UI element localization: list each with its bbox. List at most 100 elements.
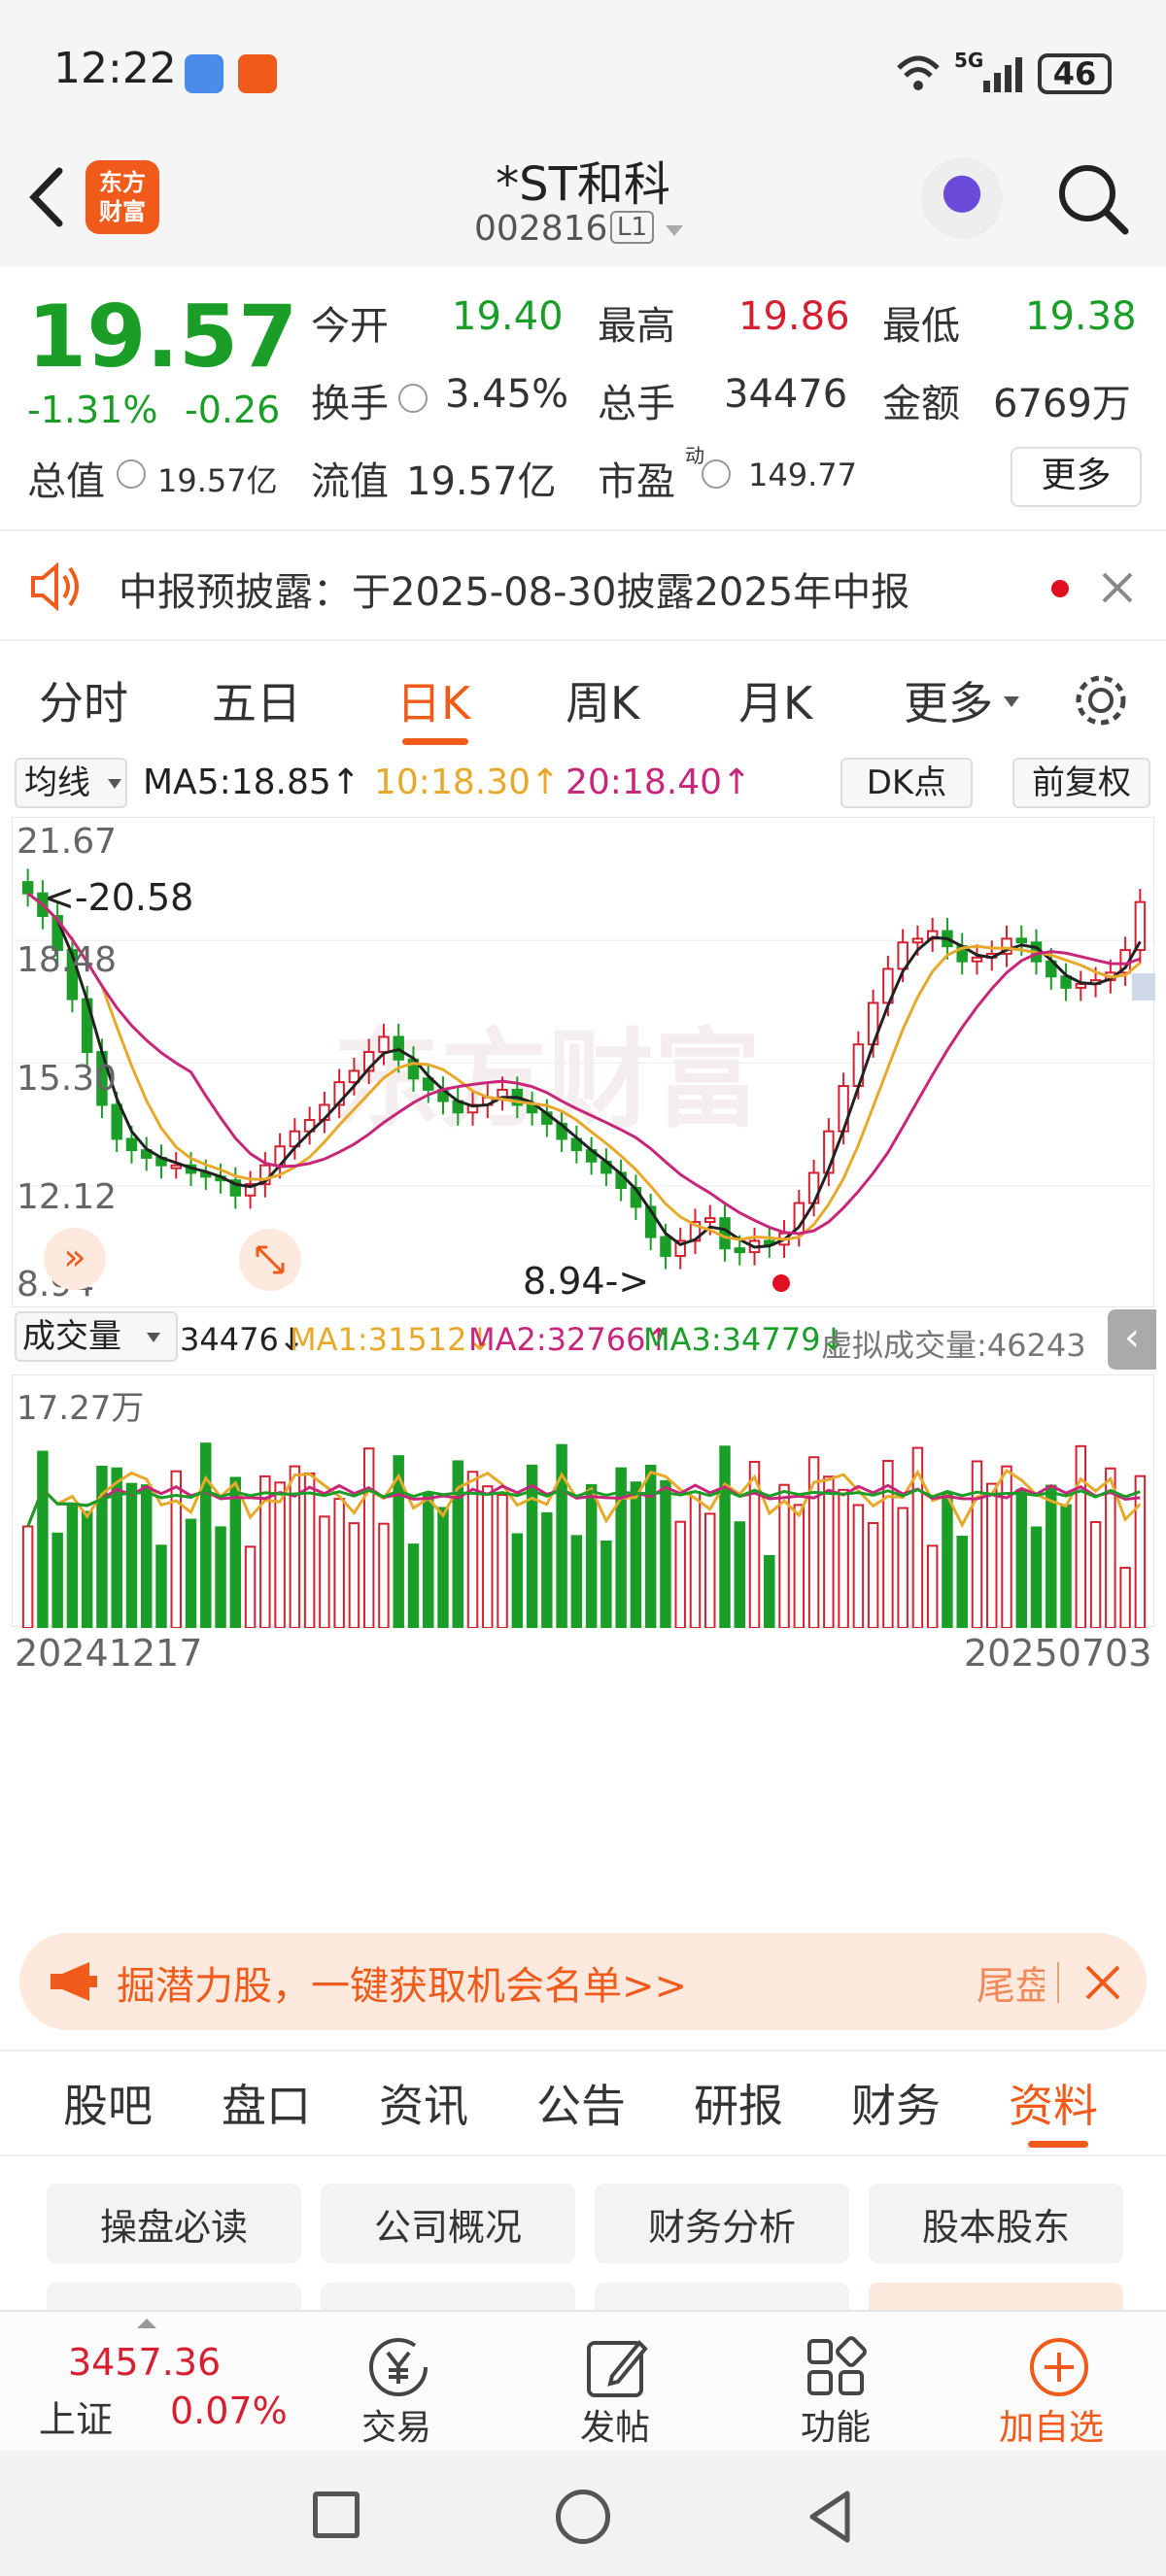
- signal-icon: [983, 57, 1022, 92]
- volume-bar: [37, 1450, 49, 1628]
- chip-partial[interactable]: [595, 2283, 849, 2312]
- candle: [1015, 937, 1027, 944]
- expand-left-button[interactable]: »: [44, 1228, 106, 1290]
- pe-value: 149.77: [748, 457, 857, 493]
- min-price-label: 8.94->: [523, 1260, 650, 1303]
- x-start-date: 20241217: [15, 1632, 203, 1675]
- volume-bar: [1015, 1488, 1027, 1628]
- back-nav-icon[interactable]: [805, 2488, 853, 2546]
- functions-label: 功能: [801, 2408, 872, 2448]
- close-icon[interactable]: [1084, 1964, 1121, 2001]
- info-icon[interactable]: [117, 459, 146, 489]
- volume-value: 34476: [724, 372, 848, 417]
- chip-shareholders[interactable]: 股本股东: [869, 2184, 1123, 2263]
- tab-announcements[interactable]: 公告: [536, 2071, 626, 2135]
- volume-plot[interactable]: 17.27万: [12, 1374, 1154, 1628]
- volume-bar: [466, 1471, 479, 1628]
- collapse-panel-button[interactable]: ‹: [1108, 1309, 1156, 1370]
- candle: [1075, 983, 1087, 989]
- amount-label: 金额: [882, 382, 960, 426]
- chip-must-read[interactable]: 操盘必读: [47, 2184, 301, 2263]
- ma20-value: 20:18.40↑: [566, 763, 752, 802]
- post-button[interactable]: 发帖: [549, 2312, 685, 2453]
- tab-rik[interactable]: 日K: [396, 668, 470, 732]
- adjust-button[interactable]: 前复权: [1012, 758, 1150, 808]
- functions-button[interactable]: 功能: [770, 2312, 906, 2453]
- promo-banner[interactable]: 掘潜力股，一键获取机会名单>> 尾盘: [19, 1933, 1147, 2030]
- volume-bar: [644, 1464, 657, 1628]
- volume-indicator-label: 成交量: [22, 1317, 121, 1356]
- index-pct: 0.07%: [170, 2390, 288, 2432]
- volume-bar: [215, 1526, 226, 1628]
- price-plot[interactable]: 东方财富 21.67 18.48 15.30 12.12 8.94 <-20.5…: [12, 817, 1155, 1307]
- tab-pankou[interactable]: 盘口: [222, 2071, 311, 2135]
- tab-yuek[interactable]: 月K: [738, 668, 812, 732]
- fullscreen-icon[interactable]: [238, 1228, 302, 1292]
- tab-research[interactable]: 研报: [694, 2071, 783, 2135]
- volume-bar: [719, 1445, 731, 1628]
- level-badge[interactable]: L1: [610, 211, 655, 244]
- volume-bar: [155, 1544, 167, 1628]
- chip-company-profile[interactable]: 公司概况: [321, 2184, 575, 2263]
- volume-bar: [600, 1540, 612, 1628]
- settings-gear-icon[interactable]: [1071, 670, 1131, 730]
- tab-news[interactable]: 资讯: [379, 2071, 468, 2135]
- volume-value: 34476↓: [180, 1321, 305, 1358]
- caret-down-icon[interactable]: [664, 223, 685, 239]
- volume-bar: [585, 1483, 598, 1628]
- chip-partial[interactable]: [47, 2283, 301, 2312]
- system-nav-bar: [0, 2451, 1166, 2576]
- search-icon[interactable]: [1054, 160, 1132, 238]
- tab-zhouk[interactable]: 周K: [566, 668, 639, 732]
- float-label: 流值: [311, 459, 389, 504]
- add-watchlist-label: 加自选: [999, 2408, 1105, 2448]
- volume-y-tick: 17.27万: [17, 1389, 145, 1428]
- caret-down-icon: [147, 1333, 160, 1342]
- robot-assistant-icon[interactable]: [921, 157, 1003, 239]
- max-price-label: <-20.58: [44, 876, 194, 919]
- volume-bar: [185, 1518, 197, 1628]
- volume-svg: [21, 1442, 1147, 1628]
- info-icon[interactable]: [702, 459, 731, 489]
- chart-tabs: 分时 五日 日K 周K 月K 更多: [0, 641, 1166, 753]
- turnover-label: 换手: [311, 382, 389, 426]
- active-tab-underline: [402, 738, 468, 745]
- candle: [21, 881, 34, 895]
- notice-bar[interactable]: 中报预披露：于2025-08-30披露2025年中报: [0, 529, 1166, 641]
- tab-finance[interactable]: 财务: [851, 2071, 941, 2135]
- more-button[interactable]: 更多: [1011, 447, 1142, 507]
- chip-partial[interactable]: [321, 2283, 575, 2312]
- trade-label: 交易: [361, 2408, 432, 2448]
- tab-more[interactable]: 更多: [904, 668, 993, 732]
- home-button[interactable]: [556, 2490, 610, 2544]
- ma10-value: 10:18.30↑: [374, 763, 561, 802]
- megaphone-icon: [51, 1962, 97, 2001]
- post-label: 发帖: [580, 2408, 651, 2448]
- change-amount: -0.26: [185, 389, 281, 431]
- edit-icon: [587, 2340, 648, 2397]
- info-tabs: 股吧 盘口 资讯 公告 研报 财务 资料: [0, 2050, 1166, 2156]
- volume-bar: [244, 1545, 257, 1628]
- volume-bar: [303, 1472, 316, 1628]
- close-icon[interactable]: [1100, 570, 1135, 605]
- index-widget[interactable]: 3457.36 上证 0.07%: [0, 2312, 311, 2453]
- candle: [734, 1247, 745, 1254]
- trade-button[interactable]: 交易: [330, 2312, 466, 2453]
- dk-point-button[interactable]: DK点: [840, 758, 973, 808]
- volume-bar: [823, 1475, 835, 1628]
- info-icon[interactable]: [398, 384, 428, 413]
- add-watchlist-button[interactable]: 加自选: [981, 2312, 1137, 2453]
- volume-label: 总手: [598, 382, 675, 426]
- tab-wuri[interactable]: 五日: [212, 668, 301, 732]
- volume-bar: [333, 1498, 345, 1628]
- chip-financial-analysis[interactable]: 财务分析: [595, 2184, 849, 2263]
- chip-partial[interactable]: [869, 2283, 1123, 2312]
- volume-bar: [81, 1510, 93, 1628]
- stock-header: 东方 财富 *ST和科 002816 L1: [0, 146, 1166, 267]
- tab-profile[interactable]: 资料: [1009, 2071, 1098, 2135]
- candle: [111, 1103, 122, 1140]
- volume-bar: [660, 1479, 671, 1628]
- tab-fenshi[interactable]: 分时: [39, 668, 128, 732]
- recent-apps-button[interactable]: [313, 2491, 360, 2538]
- tab-guba[interactable]: 股吧: [63, 2071, 153, 2135]
